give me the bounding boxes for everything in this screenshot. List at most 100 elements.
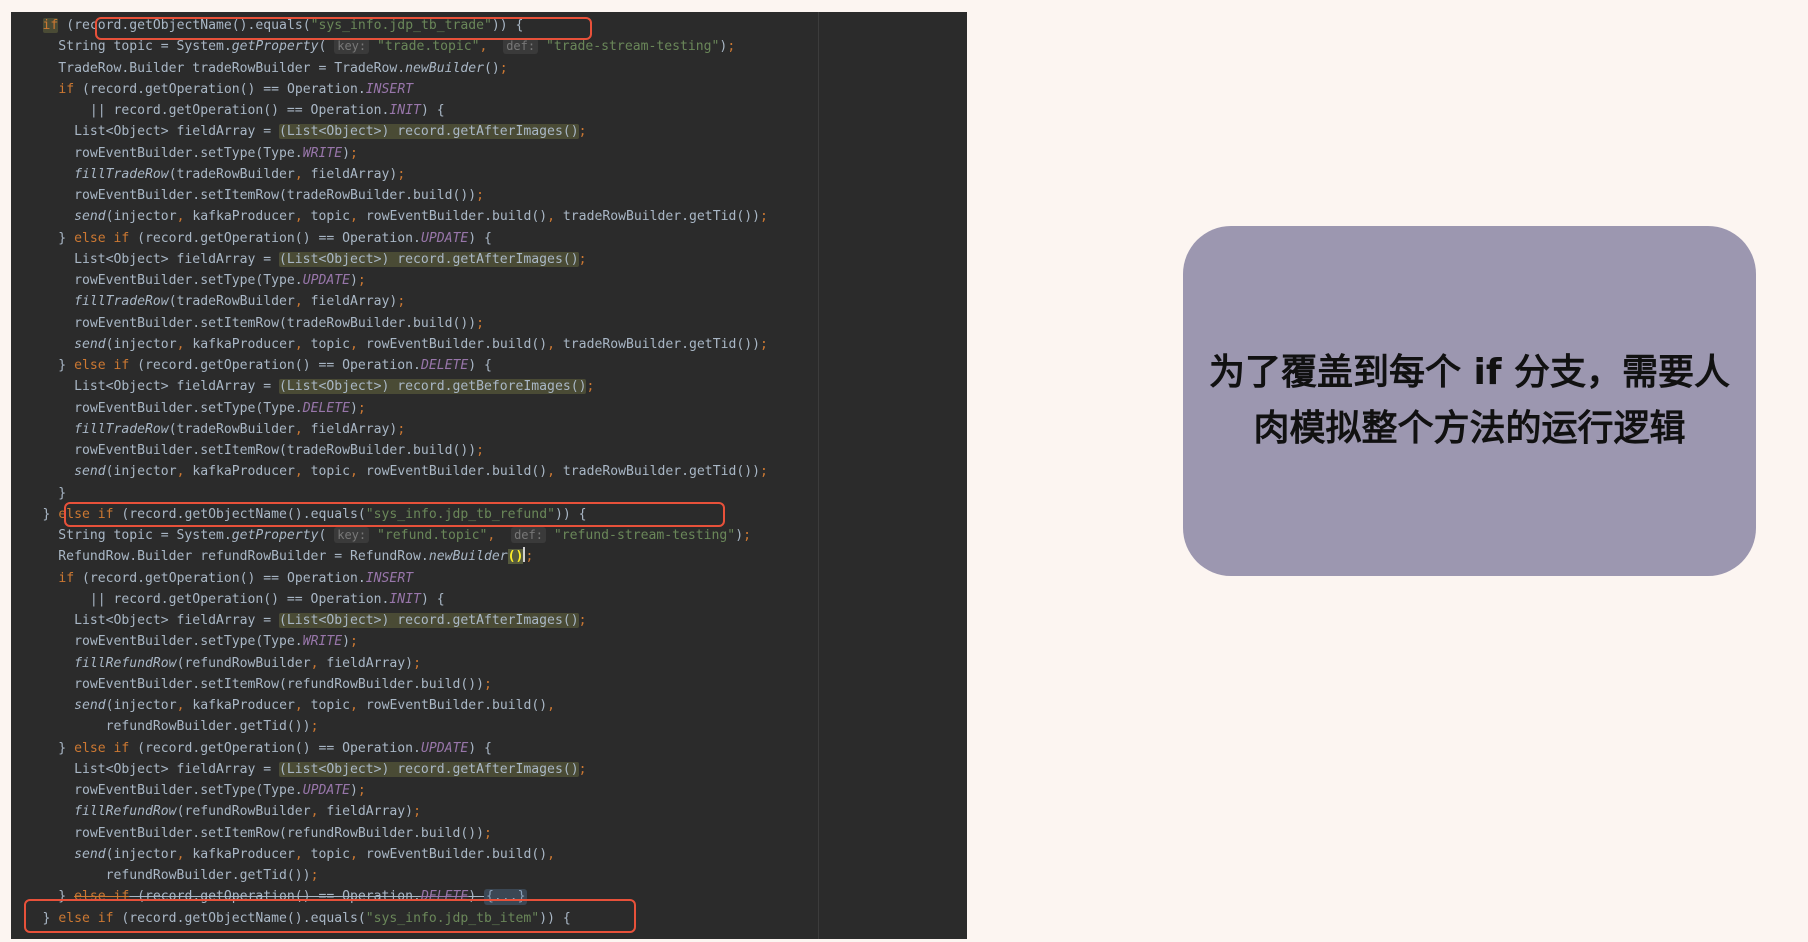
code-token: , bbox=[294, 421, 303, 437]
code-line: refundRowBuilder.getTid()); bbox=[11, 716, 768, 737]
code-editor-screenshot: if (record.getObjectName().equals("sys_i… bbox=[11, 12, 967, 939]
code-token: (List<Object>) record.getAfterImages() bbox=[279, 251, 579, 267]
code-token: ; bbox=[760, 209, 768, 225]
code-token: , bbox=[350, 336, 358, 352]
code-token: List<Object> fieldArray = bbox=[11, 613, 280, 628]
code-token: , bbox=[350, 698, 358, 713]
code-token: )) { bbox=[554, 506, 587, 522]
code-token: rowEventBuilder.setItemRow(tradeRowBuild… bbox=[11, 315, 477, 331]
code-line: TradeRow.Builder tradeRowBuilder = Trade… bbox=[11, 58, 768, 79]
code-token: ) bbox=[342, 634, 350, 650]
code-token: (injector bbox=[105, 698, 177, 713]
code-token: , bbox=[294, 294, 303, 310]
code-token: newBuilder bbox=[405, 60, 484, 76]
code-line: if (record.getOperation() == Operation.I… bbox=[11, 568, 768, 589]
code-token: ) { bbox=[468, 358, 492, 373]
code-token: kafkaProducer bbox=[184, 336, 295, 352]
code-line: fillRefundRow(refundRowBuilder, fieldArr… bbox=[11, 801, 768, 822]
code-line: if (record.getObjectName().equals("sys_i… bbox=[11, 15, 768, 36]
code-token: String topic = System. bbox=[11, 39, 232, 55]
code-token: else if bbox=[74, 740, 130, 756]
code-token: ; bbox=[350, 145, 358, 161]
code-token: else if bbox=[58, 506, 114, 522]
code-token: "trade-stream-testing" bbox=[545, 39, 720, 55]
code-token: rowEventBuilder.build() bbox=[357, 698, 548, 713]
code-token: } bbox=[11, 740, 75, 756]
code-line: rowEventBuilder.setType(Type.WRITE); bbox=[11, 631, 768, 652]
code-token: , bbox=[350, 464, 358, 480]
code-token: WRITE bbox=[302, 634, 343, 650]
code-token: ; bbox=[586, 379, 595, 395]
code-token: kafkaProducer bbox=[184, 209, 295, 225]
code-token: tradeRowBuilder.getTid()) bbox=[555, 336, 760, 352]
callout-line-2: 肉模拟整个方法的运行逻辑 bbox=[1253, 408, 1686, 449]
code-token: rowEventBuilder.setType(Type. bbox=[11, 400, 303, 416]
code-token: ; bbox=[413, 804, 421, 820]
code-token: , bbox=[547, 336, 556, 352]
code-token: ; bbox=[350, 634, 358, 650]
code-line: rowEventBuilder.setType(Type.DELETE); bbox=[11, 398, 768, 419]
code-line: send(injector, kafkaProducer, topic, row… bbox=[11, 334, 768, 355]
code-token: , bbox=[294, 698, 303, 713]
code-token: rowEventBuilder.setItemRow(refundRowBuil… bbox=[11, 825, 484, 841]
code-token: fieldArray) bbox=[302, 166, 398, 182]
code-line: String topic = System.getProperty( key: … bbox=[11, 36, 768, 57]
code-token: rowEventBuilder.build() bbox=[357, 209, 548, 225]
code-token: ; bbox=[397, 166, 406, 182]
code-token: } bbox=[11, 506, 59, 522]
code-token: ( bbox=[318, 528, 335, 543]
code-token: ; bbox=[476, 188, 484, 203]
code-token: def: bbox=[511, 527, 546, 543]
code-line: send(injector, kafkaProducer, topic, row… bbox=[11, 844, 768, 865]
code-token: TradeRow.Builder tradeRowBuilder = Trade… bbox=[11, 60, 406, 76]
code-line: fillTradeRow(tradeRowBuilder, fieldArray… bbox=[11, 419, 768, 440]
code-token: INSERT bbox=[365, 570, 414, 586]
code-line: rowEventBuilder.setItemRow(tradeRowBuild… bbox=[11, 313, 768, 334]
code-line: || record.getOperation() == Operation.IN… bbox=[11, 100, 768, 121]
code-token: "sys_info.jdp_tb_refund" bbox=[365, 506, 555, 522]
code-token: fillTradeRow bbox=[74, 294, 169, 310]
code-token: ) { bbox=[420, 103, 445, 118]
code-token: , bbox=[294, 336, 303, 352]
code-token: ; bbox=[397, 294, 406, 310]
code-token: rowEventBuilder.setItemRow(refundRowBuil… bbox=[11, 676, 484, 692]
code-token: ) { bbox=[420, 591, 445, 607]
code-token: newBuilder bbox=[428, 549, 508, 565]
code-token: (record.getOperation() == Operation. bbox=[74, 81, 366, 97]
code-token: rowEventBuilder.setType(Type. bbox=[11, 273, 303, 288]
code-token: (record.getObjectName().equals( bbox=[113, 910, 366, 926]
code-token: ; bbox=[476, 443, 484, 458]
code-token: ; bbox=[357, 273, 366, 288]
code-token: (record.getOperation() == Operation. bbox=[74, 570, 366, 586]
code-token: rowEventBuilder.setItemRow(tradeRowBuild… bbox=[11, 188, 477, 203]
code-token: getProperty bbox=[231, 39, 319, 55]
code-line: fillRefundRow(refundRowBuilder, fieldArr… bbox=[11, 653, 768, 674]
code-token: tradeRowBuilder.getTid()) bbox=[555, 464, 760, 480]
code-token: "refund-stream-testing" bbox=[553, 528, 736, 543]
code-token: ) bbox=[468, 889, 485, 905]
code-token: UPDATE bbox=[420, 230, 469, 246]
code-token: ) { bbox=[468, 230, 492, 246]
code-token: (record.getOperation() == Operation. bbox=[129, 740, 421, 756]
code-token: } bbox=[11, 358, 75, 373]
code-token: ; bbox=[525, 549, 534, 565]
code-token: "sys_info.jdp_tb_item" bbox=[365, 910, 540, 926]
code-token: (tradeRowBuilder bbox=[168, 421, 295, 437]
code-token: {...} bbox=[484, 889, 528, 906]
code-token: fillRefundRow bbox=[74, 804, 177, 820]
code-token: ( bbox=[318, 39, 335, 55]
code-token: , bbox=[294, 464, 303, 480]
code-token: rowEventBuilder.setType(Type. bbox=[11, 783, 303, 798]
code-token: , bbox=[294, 846, 303, 862]
code-token: else if bbox=[74, 889, 130, 905]
code-token: } bbox=[11, 230, 75, 246]
code-line: List<Object> fieldArray = (List<Object>)… bbox=[11, 610, 768, 631]
code-token: ; bbox=[357, 400, 366, 416]
code-token: || record.getOperation() == Operation. bbox=[11, 591, 390, 607]
code-token: topic bbox=[302, 336, 351, 352]
